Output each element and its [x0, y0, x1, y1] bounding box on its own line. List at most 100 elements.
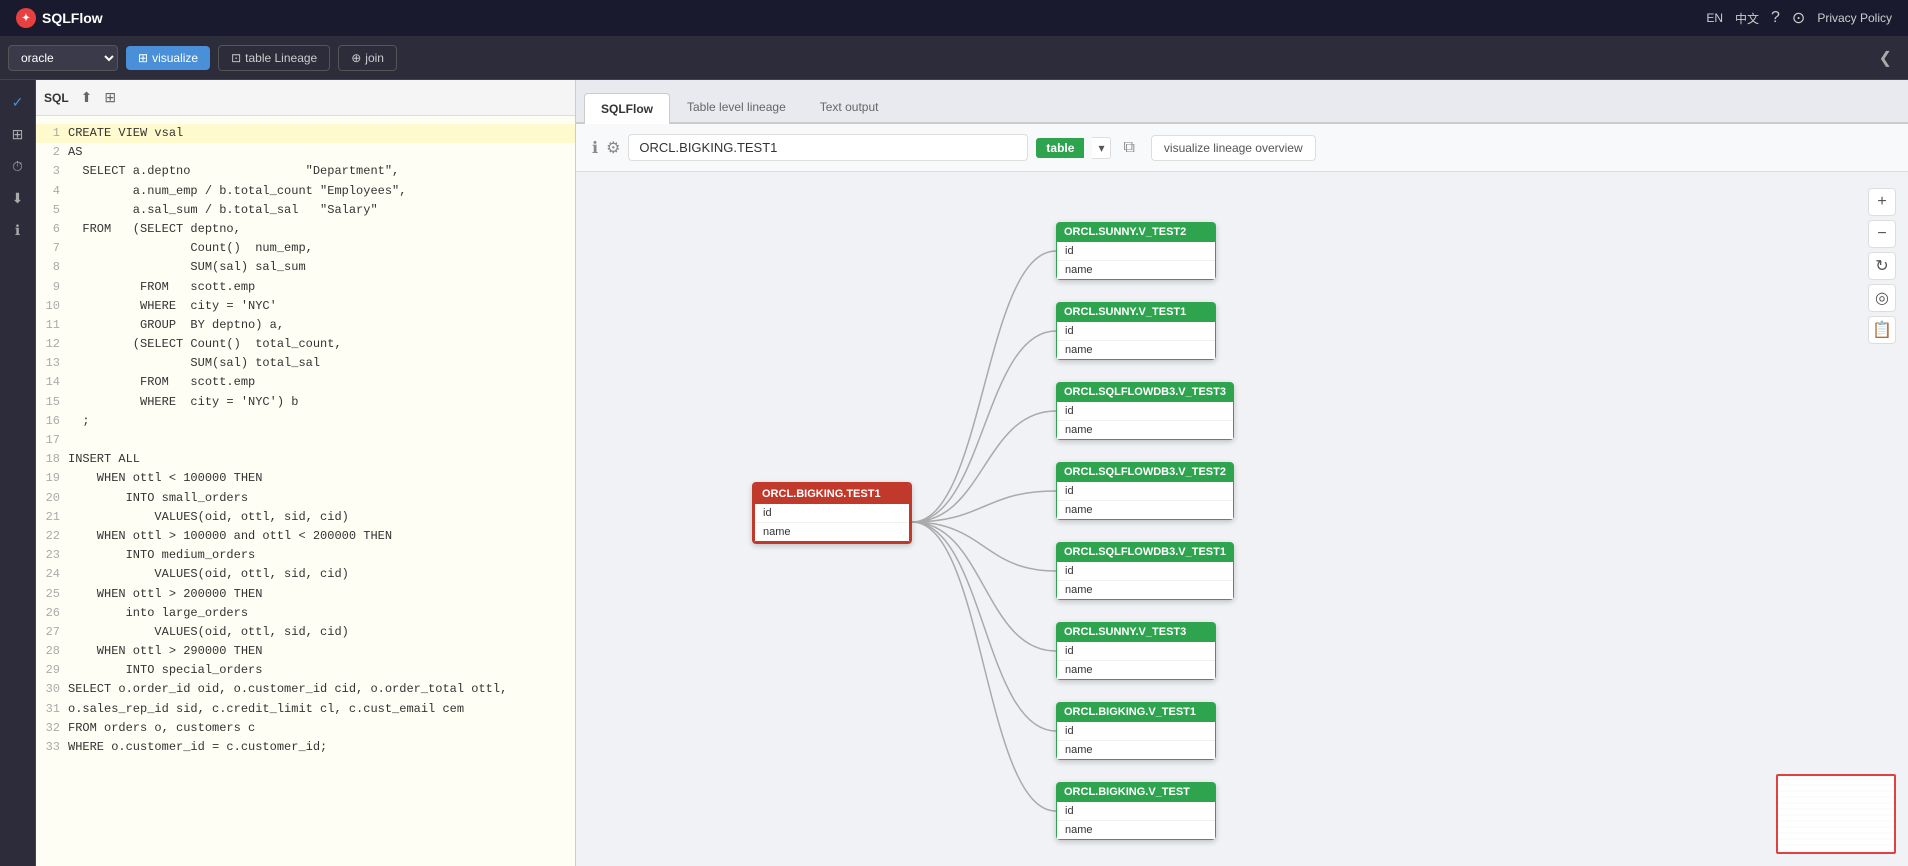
target-button[interactable]: ◎	[1868, 284, 1896, 312]
minimap	[1776, 774, 1896, 854]
sidebar-download-icon[interactable]: ⬇	[4, 184, 32, 212]
source-node-5[interactable]: ORCL.SUNNY.V_TEST3 id name	[1056, 622, 1216, 680]
line-number-7: 7	[40, 239, 68, 258]
db-selector[interactable]: oracle mysql postgresql sqlserver	[8, 45, 118, 71]
line-code-21: VALUES(oid, ottl, sid, cid)	[68, 508, 349, 527]
code-line-9: 9 FROM scott.emp	[36, 278, 575, 297]
logo-text: SQLFlow	[42, 10, 103, 26]
line-code-31: o.sales_rep_id sid, c.credit_limit cl, c…	[68, 700, 464, 719]
sidebar-clock-icon[interactable]: ⏱	[4, 152, 32, 180]
table-lineage-button[interactable]: ⊡ table Lineage	[218, 45, 330, 71]
privacy-policy[interactable]: Privacy Policy	[1817, 11, 1892, 25]
target-node-header: ORCL.BIGKING.TEST1	[754, 484, 910, 504]
line-number-9: 9	[40, 278, 68, 297]
line-number-1: 1	[40, 124, 68, 143]
line-code-26: into large_orders	[68, 604, 248, 623]
lineage-toolbar: ℹ ⚙ table ▾ ⧉ visualize lineage overview	[576, 124, 1908, 172]
lineage-path-7	[912, 522, 1056, 811]
line-number-12: 12	[40, 335, 68, 354]
line-code-8: SUM(sal) sal_sum	[68, 258, 306, 277]
code-editor[interactable]: 1CREATE VIEW vsal2AS3 SELECT a.deptno "D…	[36, 116, 575, 866]
line-code-23: INTO medium_orders	[68, 546, 255, 565]
join-button[interactable]: ⊕ join	[338, 45, 397, 71]
target-node-body: id name	[754, 504, 910, 542]
line-number-6: 6	[40, 220, 68, 239]
lineage-input[interactable]	[628, 134, 1028, 161]
source-node-7[interactable]: ORCL.BIGKING.V_TEST id name	[1056, 782, 1216, 840]
upload-icon[interactable]: ⬆	[81, 89, 93, 106]
github-icon[interactable]: ⊙	[1792, 8, 1805, 28]
refresh-button[interactable]: ↻	[1868, 252, 1896, 280]
lang-en[interactable]: EN	[1706, 11, 1723, 25]
sidebar-check-icon[interactable]: ✓	[4, 88, 32, 116]
source-node-4[interactable]: ORCL.SQLFLOWDB3.V_TEST1 id name	[1056, 542, 1234, 600]
line-number-29: 29	[40, 661, 68, 680]
line-code-10: WHERE city = 'NYC'	[68, 297, 277, 316]
code-line-19: 19 WHEN ottl < 100000 THEN	[36, 469, 575, 488]
main-layout: ✓ ⊞ ⏱ ⬇ ℹ SQL ⬆ ⊞ 1CREATE VIEW vsal2AS3 …	[0, 80, 1908, 866]
line-code-14: FROM scott.emp	[68, 373, 255, 392]
code-line-15: 15 WHERE city = 'NYC') b	[36, 393, 575, 412]
overview-button[interactable]: visualize lineage overview	[1151, 135, 1316, 161]
source-node-0[interactable]: ORCL.SUNNY.V_TEST2 id name	[1056, 222, 1216, 280]
source-node-6[interactable]: ORCL.BIGKING.V_TEST1 id name	[1056, 702, 1216, 760]
collapse-button[interactable]: ❮	[1871, 44, 1900, 72]
info-icon[interactable]: ℹ	[592, 138, 598, 158]
line-number-30: 30	[40, 680, 68, 699]
line-number-10: 10	[40, 297, 68, 316]
code-line-33: 33WHERE o.customer_id = c.customer_id;	[36, 738, 575, 757]
zoom-in-button[interactable]: +	[1868, 188, 1896, 216]
lineage-path-4	[912, 522, 1056, 571]
logo-icon: ✦	[16, 8, 36, 28]
code-line-6: 6 FROM (SELECT deptno,	[36, 220, 575, 239]
tab-table-lineage[interactable]: Table level lineage	[670, 91, 803, 122]
tab-text-output[interactable]: Text output	[803, 91, 896, 122]
line-code-15: WHERE city = 'NYC') b	[68, 393, 298, 412]
help-icon[interactable]: ?	[1771, 9, 1780, 27]
line-code-1: CREATE VIEW vsal	[68, 124, 183, 143]
tab-sqlflow[interactable]: SQLFlow	[584, 93, 670, 124]
line-number-23: 23	[40, 546, 68, 565]
table-lineage-label: table Lineage	[245, 51, 317, 65]
lang-zh[interactable]: 中文	[1735, 10, 1759, 27]
code-line-26: 26 into large_orders	[36, 604, 575, 623]
schema-icon[interactable]: ⊞	[104, 89, 116, 106]
line-number-13: 13	[40, 354, 68, 373]
line-number-5: 5	[40, 201, 68, 220]
source-node-1[interactable]: ORCL.SUNNY.V_TEST1 id name	[1056, 302, 1216, 360]
code-line-7: 7 Count() num_emp,	[36, 239, 575, 258]
line-number-18: 18	[40, 450, 68, 469]
line-code-12: (SELECT Count() total_count,	[68, 335, 342, 354]
sidebar-info-icon[interactable]: ℹ	[4, 216, 32, 244]
line-number-20: 20	[40, 489, 68, 508]
copy-icon[interactable]: ⧉	[1123, 139, 1134, 157]
source-node-3[interactable]: ORCL.SQLFLOWDB3.V_TEST2 id name	[1056, 462, 1234, 520]
code-line-27: 27 VALUES(oid, ottl, sid, cid)	[36, 623, 575, 642]
line-code-33: WHERE o.customer_id = c.customer_id;	[68, 738, 327, 757]
lineage-path-5	[912, 522, 1056, 651]
line-number-4: 4	[40, 182, 68, 201]
code-line-14: 14 FROM scott.emp	[36, 373, 575, 392]
line-number-32: 32	[40, 719, 68, 738]
line-code-13: SUM(sal) total_sal	[68, 354, 320, 373]
clipboard-button[interactable]: 📋	[1868, 316, 1896, 344]
right-panel: SQLFlow Table level lineage Text output …	[576, 80, 1908, 866]
settings-icon[interactable]: ⚙	[606, 138, 620, 158]
code-line-2: 2AS	[36, 143, 575, 162]
line-number-27: 27	[40, 623, 68, 642]
target-node[interactable]: ORCL.BIGKING.TEST1 id name	[752, 482, 912, 544]
source-node-2[interactable]: ORCL.SQLFLOWDB3.V_TEST3 id name	[1056, 382, 1234, 440]
line-code-29: INTO special_orders	[68, 661, 262, 680]
code-line-11: 11 GROUP BY deptno) a,	[36, 316, 575, 335]
code-line-20: 20 INTO small_orders	[36, 489, 575, 508]
zoom-out-button[interactable]: −	[1868, 220, 1896, 248]
line-code-9: FROM scott.emp	[68, 278, 255, 297]
table-type-dropdown[interactable]: ▾	[1092, 137, 1111, 159]
sidebar-grid-icon[interactable]: ⊞	[4, 120, 32, 148]
code-line-12: 12 (SELECT Count() total_count,	[36, 335, 575, 354]
target-field-name: name	[755, 523, 909, 541]
line-number-14: 14	[40, 373, 68, 392]
line-code-25: WHEN ottl > 200000 THEN	[68, 585, 262, 604]
lineage-path-2	[912, 411, 1056, 522]
visualize-button[interactable]: ⊞ visualize	[126, 46, 210, 70]
